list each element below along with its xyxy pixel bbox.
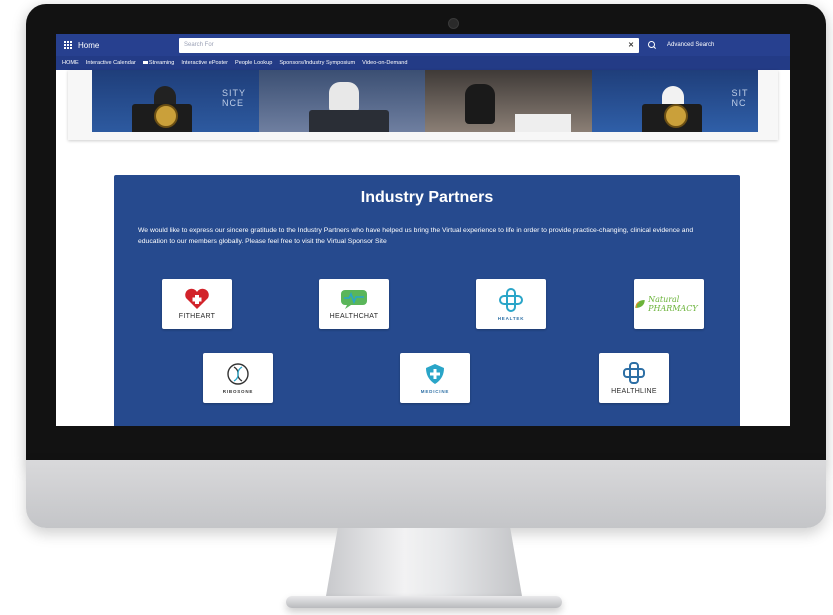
search-icon[interactable] bbox=[647, 40, 657, 50]
speaker-figure bbox=[465, 84, 495, 124]
natural-logo: Natural PHARMACY bbox=[634, 295, 704, 313]
webcam-icon bbox=[448, 18, 459, 29]
banner-deco-text: SIT NC bbox=[731, 88, 749, 108]
university-seal-icon bbox=[154, 104, 178, 128]
video-banner[interactable]: SITY NCE SIT NC bbox=[92, 70, 758, 132]
nav-item-calendar[interactable]: Interactive Calendar bbox=[86, 60, 136, 66]
nav-item-sponsors[interactable]: Sponsors/Industry Symposium bbox=[279, 60, 355, 66]
top-bar: Home Search For ✕ Advanced Search bbox=[56, 34, 790, 56]
banner-image-3 bbox=[425, 70, 592, 132]
partner-name: FITHEART bbox=[178, 313, 216, 320]
industry-partners-panel: Industry Partners We would like to expre… bbox=[114, 175, 740, 426]
nav-item-vod[interactable]: Video-on-Demand bbox=[362, 60, 407, 66]
home-button[interactable]: Home bbox=[56, 34, 179, 56]
dna-icon bbox=[227, 363, 249, 385]
medical-cross-icon bbox=[499, 288, 523, 312]
leaf-icon bbox=[635, 299, 645, 309]
monitor-base bbox=[286, 596, 562, 608]
home-label: Home bbox=[78, 40, 100, 50]
partner-logo-fitheart[interactable]: FITHEART bbox=[162, 279, 232, 329]
banner-card: SITY NCE SIT NC bbox=[68, 70, 778, 140]
speaker-figure bbox=[328, 82, 359, 112]
cross-knot-icon bbox=[623, 362, 645, 384]
partner-logo-medicine[interactable]: MEDICINE bbox=[400, 353, 470, 403]
banner-deco-text: SITY NCE bbox=[222, 88, 247, 108]
chat-pulse-icon bbox=[341, 290, 367, 309]
search-placeholder: Search For bbox=[184, 42, 214, 48]
banner-image-4: SIT NC bbox=[591, 70, 758, 132]
partner-logo-healtek[interactable]: HEALTEK bbox=[476, 279, 546, 329]
monitor-stand bbox=[326, 528, 522, 596]
search-input[interactable]: Search For ✕ bbox=[179, 37, 639, 53]
banner-image-2 bbox=[258, 70, 425, 132]
partner-name: HEALTHLINE bbox=[611, 388, 657, 395]
partner-logo-healthline[interactable]: HEALTHLINE bbox=[599, 353, 669, 403]
partners-description: We would like to express our sincere gra… bbox=[138, 227, 694, 245]
nav-item-streaming[interactable]: Streaming bbox=[142, 60, 175, 66]
monitor-chin bbox=[26, 460, 826, 528]
main-nav: HOME Interactive Calendar Streaming Inte… bbox=[56, 56, 790, 70]
desk bbox=[308, 110, 389, 132]
partner-logo-ribosone[interactable]: RIBOSONE bbox=[203, 353, 273, 403]
partner-name: HEALTHCHAT bbox=[329, 313, 379, 320]
partners-title: Industry Partners bbox=[360, 189, 494, 206]
partner-name: MEDICINE bbox=[420, 389, 450, 394]
shield-cross-icon bbox=[426, 364, 444, 384]
partner-name: Natural PHARMACY bbox=[648, 295, 698, 313]
partner-name: RIBOSONE bbox=[222, 389, 254, 394]
partner-logo-healthchat[interactable]: HEALTHCHAT bbox=[319, 279, 389, 329]
apps-grid-icon bbox=[64, 40, 73, 50]
screen-slide bbox=[515, 114, 571, 132]
partner-name: HEALTEK bbox=[497, 316, 525, 321]
clear-icon[interactable]: ✕ bbox=[628, 41, 634, 49]
heart-plus-icon bbox=[185, 288, 209, 309]
nav-item-eposter[interactable]: Interactive ePoster bbox=[181, 60, 228, 66]
university-seal-icon bbox=[663, 104, 688, 128]
partner-logo-natural-pharmacy[interactable]: Natural PHARMACY bbox=[634, 279, 704, 329]
video-icon bbox=[142, 61, 148, 65]
screen: Home Search For ✕ Advanced Search HOME I… bbox=[56, 34, 790, 426]
banner-image-1: SITY NCE bbox=[92, 70, 259, 132]
nav-item-people[interactable]: People Lookup bbox=[235, 60, 272, 66]
nav-item-home[interactable]: HOME bbox=[62, 60, 79, 66]
nav-item-streaming-label: Streaming bbox=[148, 60, 175, 66]
advanced-search-link[interactable]: Advanced Search bbox=[667, 42, 714, 48]
